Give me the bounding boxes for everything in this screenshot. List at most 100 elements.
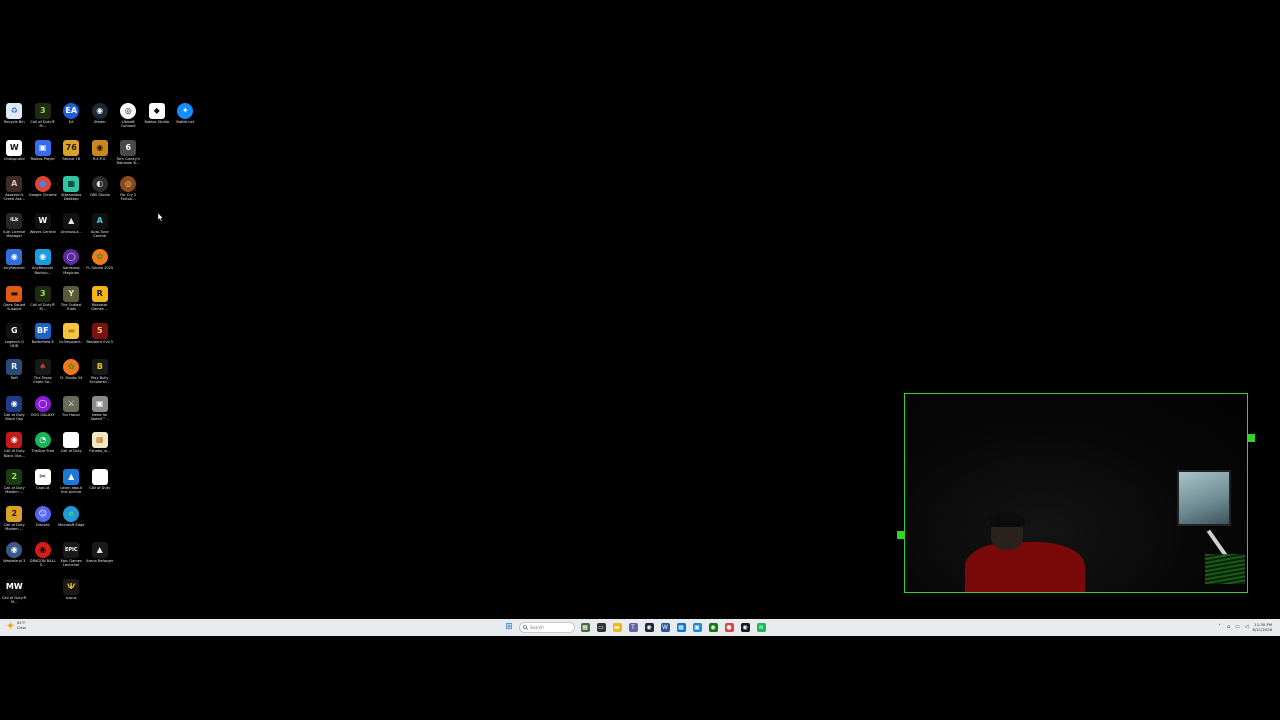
desktop-icon[interactable]: A Assassin's Creed Ass... (0, 174, 29, 211)
desktop-icon[interactable]: ◉ Call of Duty Black Ops (0, 394, 29, 431)
desktop-icon[interactable]: 3 Call of Duty® M... (29, 284, 58, 321)
roblox-studio-icon: ◆ (148, 103, 165, 119)
taskbar-button[interactable]: ▬ (611, 622, 623, 634)
desktop-icon-label: GOG GALAXY (30, 412, 55, 417)
desktop-icon[interactable]: Call of Duty (86, 467, 115, 504)
desktop-icon[interactable]: 3 Call of Duty® M... (29, 101, 58, 138)
desktop-icon[interactable]: EA EA (57, 101, 86, 138)
desktop-icon[interactable]: EPIC Epic Games Launcher (57, 540, 86, 577)
desktop-icon[interactable]: ▬ hc3mpparti... (57, 321, 86, 358)
taskbar-button[interactable]: W (659, 622, 671, 634)
desktop-icon[interactable]: ◔ TheSize Free (29, 430, 58, 467)
taskbar-button[interactable]: ≋ (755, 622, 767, 634)
desktop-icon[interactable]: Ѱ Icarus (57, 577, 86, 614)
desktop-icon[interactable]: ◉ AnyRecover (0, 247, 29, 284)
battery-icon[interactable]: ▭ (1235, 625, 1241, 631)
desktop-icon[interactable]: ☺ Discord (29, 504, 58, 541)
desktop-icon-label: Call of Duty (89, 485, 111, 490)
taskbar-button[interactable]: ▭ (595, 622, 607, 634)
taskbar-button[interactable]: ▣ (691, 622, 703, 634)
desktop-icon[interactable]: ◉ R.E.P.O. (86, 138, 115, 175)
desktop-icon[interactable]: ▲ Arena Reforger (86, 540, 115, 577)
desktop-icon[interactable]: ▲ AnimusLa... (57, 211, 86, 248)
webcam-resize-handle-left[interactable] (897, 531, 905, 539)
desktop-icon[interactable]: B Play Bully Scholarsh... (86, 357, 115, 394)
desktop-icon-label: Roblox Player (30, 156, 55, 161)
desktop-icon[interactable]: ♻ Recycle Bin (0, 101, 29, 138)
desktop-icon-label: Battle.net (176, 120, 195, 124)
desktop-icon[interactable]: ✿ FL Studio 2025 (86, 247, 115, 284)
desktop-icon-label: Resident Evil 5 (86, 339, 114, 344)
taskbar-button[interactable]: ▦ (675, 622, 687, 634)
desktop-icon[interactable]: 2 Call of Duty Modern ... (0, 467, 29, 504)
desktop-icon[interactable]: Y The Outlast Trials (57, 284, 86, 321)
taskbar-button[interactable]: ⊞ (503, 622, 515, 634)
desktop[interactable]: ♻ Recycle Bin 3 Call of Duty® M... EA EA ◉ Stea… (0, 97, 1280, 619)
desktop-icon[interactable]: ▣ Need for Speed™... (86, 394, 115, 431)
search-icon (523, 625, 528, 630)
desktop-icon[interactable]: 2 Call of Duty Modern ... (0, 504, 29, 541)
desktop-icon[interactable]: W Waves Central (29, 211, 58, 248)
network-icon[interactable]: ⌂ (1226, 625, 1232, 631)
desktop-icon[interactable]: ◐ OBS Studio (86, 174, 115, 211)
desktop-icon[interactable]: ◯ Samsung Magician (57, 247, 86, 284)
desktop-icon[interactable]: ◎ Far Cry 2 Fortun... (114, 174, 143, 211)
desktop-icon[interactable]: ◉ Call of Duty Black Ops... (0, 430, 29, 467)
desktop-icon[interactable]: ◉ Wasteland 3 (0, 540, 29, 577)
desktop-icon[interactable]: ▲ Learn about this picture (57, 467, 86, 504)
desktop-icon[interactable]: ♠ The Texas Chain Sa... (29, 357, 58, 394)
taskbar-button[interactable]: ▦ (579, 622, 591, 634)
desktop-icon[interactable]: ▬ Geek Squad Support (0, 284, 29, 321)
volume-icon[interactable]: ◁ (1244, 625, 1250, 631)
desktop-icon[interactable]: R Rockstar Games ... (86, 284, 115, 321)
desktop-icon[interactable]: ◎ Ubisoft Connect (114, 101, 143, 138)
resident-evil-5-icon: 5 (91, 322, 108, 339)
desktop-icon[interactable]: ▦ Fstudio_w... (86, 430, 115, 467)
animus-icon: ▲ (63, 212, 80, 229)
desktop-icon[interactable]: W Undisputed (0, 138, 29, 175)
desktop-icon-label: Samsung Magician (62, 266, 80, 275)
file-icon (63, 432, 80, 449)
desktop-icon[interactable]: iLk iLok License Manager (0, 211, 29, 248)
ubisoft-connect-icon: ◎ (120, 103, 137, 119)
taskbar-button[interactable]: ◉ (643, 622, 655, 634)
desktop-icon[interactable]: ◯ GOG GALAXY (29, 394, 58, 431)
desktop-icon[interactable]: G Logitech G HUB (0, 321, 29, 358)
search-input[interactable] (530, 625, 560, 630)
desktop-icon[interactable]: ◆ Roblox Studio (143, 101, 172, 138)
desktop-icon[interactable]: ● Google Chrome (29, 174, 58, 211)
weather-widget[interactable]: 84°F Clear (6, 621, 26, 630)
desktop-icon[interactable]: ▣ Roblox Player (29, 138, 58, 175)
taskbar-button[interactable]: ◉ (707, 622, 719, 634)
desktop-icon[interactable]: ✦ Battle.net (171, 101, 200, 138)
desktop-icon[interactable]: ◉ Steam (86, 101, 115, 138)
desktop-icon-label: Battlefield 6 (31, 339, 54, 344)
desktop-icon[interactable]: ✂ CapCut (29, 467, 58, 504)
taskbar-button[interactable]: ◉ (739, 622, 751, 634)
desktop-icon-label: Fstudio_w... (89, 449, 111, 454)
desktop-icon[interactable]: ⚔ For Honor (57, 394, 86, 431)
desktop-icon[interactable]: ✿ FL Studio 24 (57, 357, 86, 394)
desktop-icon[interactable]: Call of Duty (57, 430, 86, 467)
taskbar-search-box[interactable] (519, 622, 575, 633)
desktop-icon[interactable]: BF Battlefield 6 (29, 321, 58, 358)
desktop-icon[interactable]: ▦ Streamlabs Desktop (57, 174, 86, 211)
screen: ♻ Recycle Bin 3 Call of Duty® M... EA EA ◉ Stea… (0, 0, 1280, 720)
desktop-icon[interactable]: MW Call of Duty® M... (0, 577, 29, 614)
desktop-icon[interactable]: A Auto-Tune Central (86, 211, 115, 248)
desktop-icon[interactable]: 5 Resident Evil 5 (86, 321, 115, 358)
webcam-overlay[interactable] (904, 393, 1248, 593)
desktop-icon[interactable]: ◉ AnyRecover Backup... (29, 247, 58, 284)
chevron-up-icon[interactable]: ˄ (1217, 625, 1223, 631)
desktop-icon[interactable]: 6 Tom Clancy's Rainbow Si... (114, 138, 143, 175)
desktop-icon[interactable]: R Raft (0, 357, 29, 394)
webcam-resize-handle-right[interactable] (1247, 434, 1255, 442)
roblox-player-icon: ▣ (34, 139, 51, 156)
desktop-icon-label: Call of Duty Black Ops (3, 412, 25, 421)
desktop-icon[interactable]: e Microsoft Edge (57, 504, 86, 541)
desktop-icon[interactable]: 76 Fallout 76 (57, 138, 86, 175)
taskbar-button[interactable]: T (627, 622, 639, 634)
taskbar-clock[interactable]: 11:30 PM 8/21/2026 (1253, 622, 1272, 632)
taskbar-button[interactable]: ● (723, 622, 735, 634)
desktop-icon[interactable]: ◉ DRAGON BALL S... (29, 540, 58, 577)
